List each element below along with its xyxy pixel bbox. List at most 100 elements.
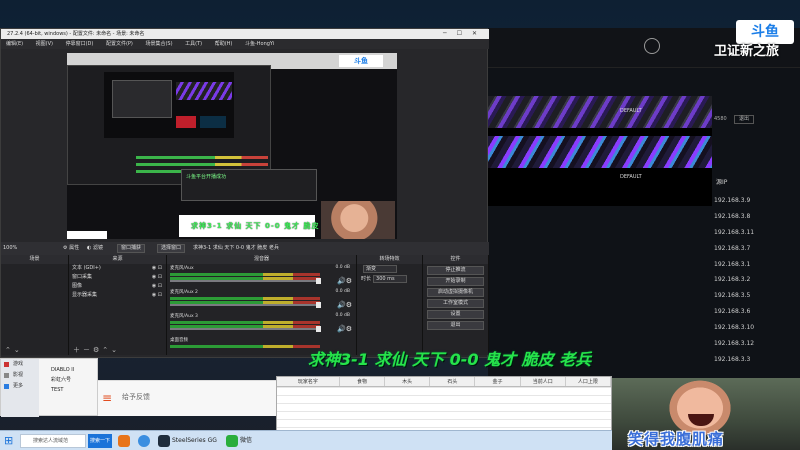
window-capture-button[interactable]: 窗口捕获: [117, 244, 146, 253]
window-select-value[interactable]: 求神3-1 求仙 天下 0-0 鬼才 脆皮 老兵: [193, 242, 279, 255]
eye-lock-icon[interactable]: ◉ ⊡: [152, 264, 162, 273]
steelseries-icon[interactable]: [158, 435, 170, 447]
nested-meter: [136, 163, 268, 166]
studio-mode-button[interactable]: 工作室模式: [427, 299, 484, 308]
sidebar-item-label: 游戏: [13, 361, 24, 367]
source-item[interactable]: 显示器采集 ◉ ⊡: [69, 291, 166, 300]
ip-row[interactable]: 192.168.3.3: [712, 352, 800, 368]
menu-help[interactable]: 帮助(H): [215, 39, 233, 49]
exit-button[interactable]: 退出: [427, 321, 484, 330]
source-item[interactable]: 窗口采集 ◉ ⊡: [69, 273, 166, 282]
taskbar-search-input[interactable]: 搜索达人流域范: [20, 434, 86, 448]
virtual-camera-button[interactable]: 启动虚拟摄像机: [427, 288, 484, 297]
mute-gear-icon[interactable]: 🔊⚙: [337, 301, 352, 309]
wechat-icon[interactable]: [226, 435, 238, 447]
feedback-bar[interactable]: ≡ 给予反馈: [98, 380, 276, 416]
transition-row: 渐变: [357, 264, 422, 274]
ip-row[interactable]: 192.168.3.1: [712, 257, 800, 273]
game-item[interactable]: TEST: [45, 385, 99, 395]
feedback-icon: ≡: [102, 391, 113, 405]
volume-knob[interactable]: [316, 278, 321, 284]
menu-profile[interactable]: 配置文件(P): [106, 39, 133, 49]
properties-button[interactable]: ⚙ 属性: [63, 242, 79, 255]
mixer-channel: 麦克风/Aux 3 0.0 dB 🔊⚙: [167, 312, 356, 336]
ip-row[interactable]: 192.168.3.8: [712, 209, 800, 225]
nested-inner-window: [112, 80, 172, 118]
tool-popup-text: 斗鱼平台开播成功: [186, 174, 227, 180]
firefox-icon[interactable]: [118, 435, 130, 447]
ip-row[interactable]: 192.168.3.6: [712, 304, 800, 320]
more-icon: [4, 384, 9, 389]
volume-knob[interactable]: [316, 326, 321, 332]
sheet-grid[interactable]: [277, 387, 611, 431]
duration-label: 时长: [361, 276, 372, 282]
ip-row[interactable]: 192.168.3.7: [712, 241, 800, 257]
start-recording-button[interactable]: 开始录制: [427, 277, 484, 286]
column-header[interactable]: 木头: [385, 377, 431, 386]
user-icon[interactable]: [644, 38, 660, 54]
sidebar-item-games[interactable]: 游戏: [1, 359, 39, 370]
sources-controls[interactable]: ＋－⚙⌃⌄: [69, 345, 166, 355]
menu-douyu[interactable]: 斗鱼-HongYi: [245, 39, 274, 49]
source-item[interactable]: 文本 (GDI+) ◉ ⊡: [69, 264, 166, 273]
transitions-dock: 转场特效 渐变 时长 300 ms: [357, 255, 423, 355]
ip-row[interactable]: 192.168.3.11: [712, 225, 800, 241]
stop-stream-button[interactable]: 停止推流: [427, 266, 484, 275]
preview-canvas[interactable]: 斗鱼 斗鱼平台开播成功 求神3-1 求仙 天下 0-0 鬼才 脆皮 老兵: [67, 53, 397, 239]
window-title: 27.2.4 (64-bit, windows) - 配置文件: 未命名 - 场…: [7, 31, 145, 37]
taskbar-search-button[interactable]: 搜索一下: [88, 434, 112, 448]
filters-label: 滤镜: [92, 245, 103, 251]
chrome-icon[interactable]: [138, 435, 150, 447]
duration-row: 时长 300 ms: [357, 274, 422, 284]
column-header[interactable]: 食物: [340, 377, 386, 386]
eye-lock-icon[interactable]: ◉ ⊡: [152, 291, 162, 300]
game-item[interactable]: DIABLO II: [45, 365, 99, 375]
menu-docks[interactable]: 停靠窗口(D): [66, 39, 94, 49]
ip-row[interactable]: 192.168.3.9: [712, 193, 800, 209]
ip-row[interactable]: 192.168.3.2: [712, 272, 800, 288]
sidebar-item-video[interactable]: 影视: [1, 370, 39, 381]
volume-slider[interactable]: [170, 304, 320, 306]
volume-knob[interactable]: [316, 302, 321, 308]
column-header[interactable]: 人口上限: [566, 377, 611, 386]
volume-slider[interactable]: [170, 280, 320, 282]
webcam-caption: 笑得我腹肌痛: [628, 430, 725, 448]
id-text: 4580: [714, 116, 727, 122]
source-item[interactable]: 图像 ◉ ⊡: [69, 282, 166, 291]
mute-gear-icon[interactable]: 🔊⚙: [337, 325, 352, 333]
scenes-controls[interactable]: ⌃⌄: [1, 345, 68, 355]
window-controls[interactable]: ─☐✕: [443, 29, 487, 39]
column-header[interactable]: 金子: [475, 377, 521, 386]
windows-start-icon[interactable]: ⊞: [4, 435, 16, 447]
settings-button[interactable]: 设置: [427, 310, 484, 319]
volume-slider[interactable]: [170, 328, 320, 330]
sidebar-item-more[interactable]: 更多: [1, 381, 39, 392]
ip-row[interactable]: 192.168.3.10: [712, 320, 800, 336]
column-header[interactable]: 当前人口: [521, 377, 566, 386]
duration-input[interactable]: 300 ms: [373, 274, 408, 283]
menu-edit[interactable]: 编辑(E): [6, 39, 23, 49]
eye-lock-icon[interactable]: ◉ ⊡: [152, 273, 162, 282]
exit-button[interactable]: 退出: [734, 115, 754, 124]
scenes-header: 场景: [1, 255, 68, 264]
sources-dock: 来源 文本 (GDI+) ◉ ⊡ 窗口采集 ◉ ⊡ 图像 ◉ ⊡ 显示器采集 ◉ ⊡ ＋…: [69, 255, 167, 355]
ip-row[interactable]: 192.168.3.5: [712, 288, 800, 304]
level-meter: [170, 297, 320, 300]
menu-scene-collection[interactable]: 场景集合(S): [145, 39, 172, 49]
mute-gear-icon[interactable]: 🔊⚙: [337, 277, 352, 285]
channel-name: 麦克风/Aux 3: [170, 314, 198, 319]
column-header[interactable]: 玩家名字: [277, 377, 340, 386]
filters-button[interactable]: ◐ 滤镜: [87, 242, 103, 255]
ip-row[interactable]: 192.168.3.12: [712, 336, 800, 352]
transition-select[interactable]: 渐变: [363, 264, 397, 273]
menu-tools[interactable]: 工具(T): [185, 39, 202, 49]
desktop: DEFAULT DEFAULT 4580 退出 源IP 192.168.3.9 …: [0, 0, 800, 450]
eye-lock-icon[interactable]: ◉ ⊡: [152, 282, 162, 291]
source-toolbar: 100% ⚙ 属性 ◐ 滤镜 窗口捕获 选择窗口 求神3-1 求仙 天下 0-0…: [1, 242, 489, 255]
select-window-button[interactable]: 选择窗口: [157, 244, 186, 253]
game-item[interactable]: 彩虹六号: [45, 375, 99, 385]
wechat-label[interactable]: 微信: [240, 435, 252, 447]
column-header[interactable]: 石头: [430, 377, 476, 386]
menu-view[interactable]: 视图(V): [36, 39, 53, 49]
steelseries-label[interactable]: SteelSeries GG: [172, 435, 217, 447]
